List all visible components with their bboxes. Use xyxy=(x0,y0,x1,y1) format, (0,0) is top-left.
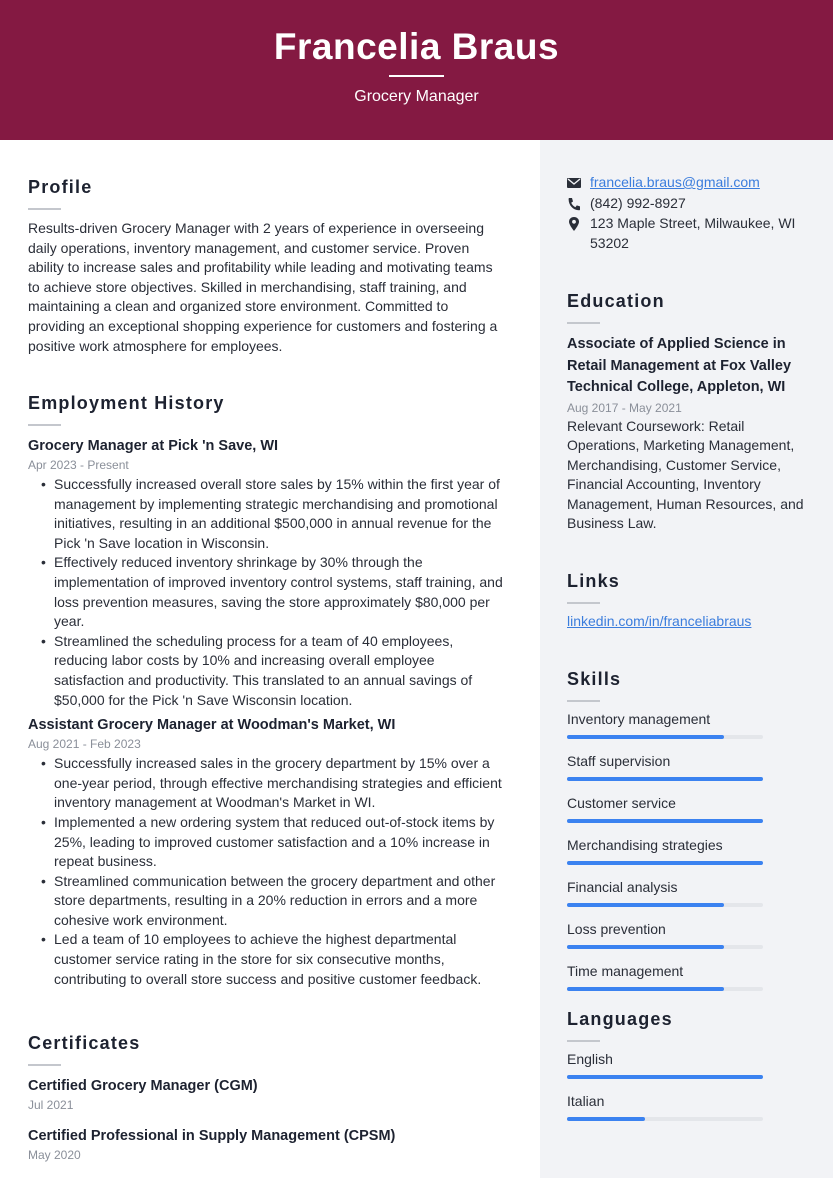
job-title: Grocery Manager at Pick 'n Save, WI xyxy=(28,438,279,454)
section-divider xyxy=(28,424,61,426)
skill-item-level-track xyxy=(567,945,763,949)
certificate-entry: Certified Grocery Manager (CGM) Jul 2021 xyxy=(28,1076,508,1114)
skill-item-label: Merchandising strategies xyxy=(567,837,723,853)
contact-phone-row: (842) 992-8927 xyxy=(567,194,807,214)
language-item-level-track xyxy=(567,1117,763,1121)
skill-item: Inventory management xyxy=(567,710,807,739)
skills-section: Skills Inventory management Staff supervi… xyxy=(567,668,807,991)
certificates-heading: Certificates xyxy=(28,1033,141,1053)
contact-email-row: francelia.braus@gmail.com xyxy=(567,173,807,193)
job-entry: Assistant Grocery Manager at Woodman's M… xyxy=(28,715,508,989)
contact-section: francelia.braus@gmail.com (842) 992-8927… xyxy=(567,173,807,253)
job-dates: Apr 2023 - Present xyxy=(28,458,129,472)
job-bullets: Successfully increased overall store sal… xyxy=(28,475,508,710)
skill-item-level-fill xyxy=(567,945,724,949)
education-section: Education Associate of Applied Science i… xyxy=(567,290,807,534)
section-divider xyxy=(567,700,600,702)
language-item-label: English xyxy=(567,1051,613,1067)
job-bullet: Effectively reduced inventory shrinkage … xyxy=(41,553,508,631)
education-heading: Education xyxy=(567,291,665,311)
skill-item: Financial analysis xyxy=(567,878,807,907)
job-bullet: Streamlined communication between the gr… xyxy=(41,872,508,931)
language-item: Italian xyxy=(567,1092,807,1121)
skill-item-level-fill xyxy=(567,819,763,823)
candidate-job-title: Grocery Manager xyxy=(354,88,479,105)
language-item-label: Italian xyxy=(567,1093,605,1109)
links-section: Links linkedin.com/in/franceliabraus xyxy=(567,570,807,632)
skill-item-label: Loss prevention xyxy=(567,921,666,937)
header-divider xyxy=(389,75,444,77)
education-description: Relevant Coursework: Retail Operations, … xyxy=(567,417,804,532)
skills-heading: Skills xyxy=(567,669,622,689)
contact-email-link[interactable]: francelia.braus@gmail.com xyxy=(590,173,760,193)
skill-item: Merchandising strategies xyxy=(567,836,807,865)
job-bullets: Successfully increased sales in the groc… xyxy=(28,754,508,989)
links-heading: Links xyxy=(567,571,621,591)
section-divider xyxy=(567,322,600,324)
skills-list: Inventory management Staff supervision Cus… xyxy=(567,710,807,991)
skill-item-level-track xyxy=(567,861,763,865)
job-entry: Grocery Manager at Pick 'n Save, WI Apr … xyxy=(28,436,508,710)
skill-item: Customer service xyxy=(567,794,807,823)
certificate-name: Certified Professional in Supply Managem… xyxy=(28,1128,396,1144)
profile-heading: Profile xyxy=(28,177,93,197)
skill-item-level-track xyxy=(567,987,763,991)
language-item-level-track xyxy=(567,1075,763,1079)
skill-item-level-fill xyxy=(567,861,763,865)
linkedin-link[interactable]: linkedin.com/in/franceliabraus xyxy=(567,613,751,629)
profile-text: Results-driven Grocery Manager with 2 ye… xyxy=(28,220,498,354)
job-bullet: Streamlined the scheduling process for a… xyxy=(41,632,508,710)
map-pin-icon xyxy=(569,217,579,232)
certificate-name: Certified Grocery Manager (CGM) xyxy=(28,1078,258,1094)
section-divider xyxy=(28,1064,61,1066)
skill-item: Time management xyxy=(567,962,807,991)
skill-item-level-track xyxy=(567,777,763,781)
languages-heading: Languages xyxy=(567,1009,673,1029)
languages-section: Languages English Italian xyxy=(567,1008,807,1121)
job-title: Assistant Grocery Manager at Woodman's M… xyxy=(28,717,396,734)
job-dates: Aug 2021 - Feb 2023 xyxy=(28,737,141,752)
contact-address-row: 123 Maple Street, Milwaukee, WI 53202 xyxy=(567,214,807,253)
section-divider xyxy=(28,208,61,210)
skill-item-label: Staff supervision xyxy=(567,753,671,769)
skill-item-level-track xyxy=(567,903,763,907)
job-bullet: Implemented a new ordering system that r… xyxy=(41,813,508,872)
skill-item-level-fill xyxy=(567,903,724,907)
certificates-section: Certificates Certified Grocery Manager (… xyxy=(28,1032,508,1164)
certificate-entry: Certified Professional in Supply Managem… xyxy=(28,1126,508,1164)
skill-item-label: Inventory management xyxy=(567,711,711,727)
job-bullet: Successfully increased overall store sal… xyxy=(41,475,508,553)
employment-section: Employment History Grocery Manager at Pi… xyxy=(28,392,508,989)
certificate-date: May 2020 xyxy=(28,1148,81,1162)
candidate-name: Francelia Braus xyxy=(273,26,560,67)
skill-item: Staff supervision xyxy=(567,752,807,781)
skill-item-level-track xyxy=(567,819,763,823)
skill-item-level-fill xyxy=(567,735,724,739)
profile-section: Profile Results-driven Grocery Manager w… xyxy=(28,176,508,356)
skill-item-label: Financial analysis xyxy=(567,879,678,895)
contact-address: 123 Maple Street, Milwaukee, WI 53202 xyxy=(590,215,796,251)
language-item-level-fill xyxy=(567,1075,763,1079)
section-divider xyxy=(567,1040,600,1042)
certificate-date: Jul 2021 xyxy=(28,1098,74,1112)
resume-header: Francelia Braus Grocery Manager xyxy=(0,0,833,140)
skill-item: Loss prevention xyxy=(567,920,807,949)
language-item-level-fill xyxy=(567,1117,646,1121)
skill-item-label: Customer service xyxy=(567,795,676,811)
language-item: English xyxy=(567,1050,807,1079)
envelope-icon xyxy=(567,178,581,188)
section-divider xyxy=(567,602,600,604)
education-dates: Aug 2017 - May 2021 xyxy=(567,400,682,415)
skill-item-level-fill xyxy=(567,987,724,991)
skill-item-label: Time management xyxy=(567,963,684,979)
skill-item-level-fill xyxy=(567,777,763,781)
education-degree: Associate of Applied Science in Retail M… xyxy=(567,336,792,395)
languages-list: English Italian xyxy=(567,1050,807,1121)
contact-phone: (842) 992-8927 xyxy=(590,194,686,211)
job-bullet: Successfully increased sales in the groc… xyxy=(41,754,508,813)
job-bullet: Led a team of 10 employees to achieve th… xyxy=(41,930,508,989)
phone-icon xyxy=(568,197,580,210)
skill-item-level-track xyxy=(567,735,763,739)
employment-heading: Employment History xyxy=(28,393,225,413)
